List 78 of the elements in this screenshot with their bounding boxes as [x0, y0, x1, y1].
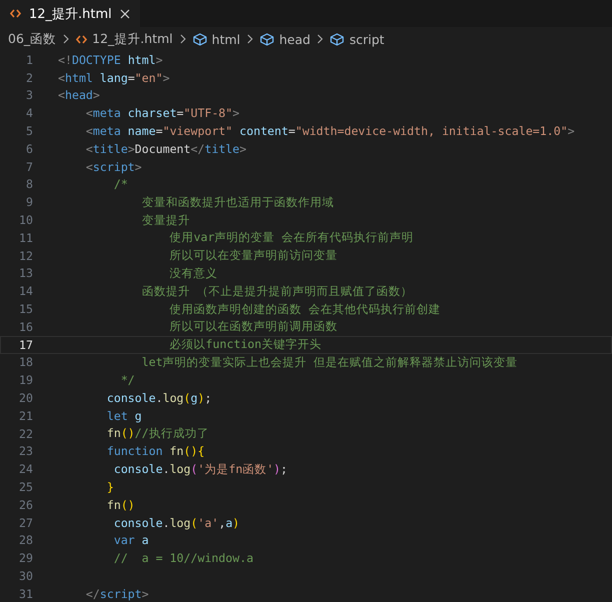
line-number: 14	[18, 284, 33, 298]
breadcrumb-item[interactable]: 12_提升.html	[92, 30, 173, 48]
line-number: 25	[18, 480, 33, 494]
code-line: let声明的变量实际上也会提升 但是在赋值之前解释器禁止访问该变量	[140, 354, 518, 370]
line-number: 19	[18, 373, 33, 388]
chevron-icon	[247, 34, 254, 44]
line-number: 2	[25, 70, 33, 85]
line-number: 10	[18, 213, 33, 228]
code-line: <!DOCTYPE html>	[58, 52, 163, 67]
code-line: <meta charset="UTF-8">	[84, 106, 240, 120]
code-line: <meta name="viewport" content="width=device-width, initial-scale=1.0">	[84, 124, 575, 138]
line-number: 6	[25, 142, 33, 156]
breadcrumb-item[interactable]: html	[212, 32, 240, 46]
line-number: 12	[18, 248, 33, 263]
line-number: 18	[18, 355, 33, 370]
chevron-icon	[317, 34, 324, 44]
code-line: 使用var声明的变量 会在所有代码执行前声明	[168, 230, 414, 246]
code-line: 必须以function关键字开头	[168, 337, 322, 352]
line-number: 24	[18, 462, 33, 476]
line-number: 26	[18, 498, 33, 512]
code-icon	[76, 34, 88, 44]
chevron-icon	[63, 34, 70, 44]
code-line: 没有意义	[168, 266, 218, 281]
close-icon[interactable]	[120, 8, 130, 18]
code-line: /*	[112, 177, 128, 192]
line-number: 5	[25, 124, 33, 138]
line-number: 1	[25, 52, 33, 67]
code-line: <html lang="en">	[58, 70, 170, 85]
breadcrumb-item[interactable]: head	[279, 32, 310, 46]
code-line: console.log('为是fn函数');	[112, 462, 288, 477]
line-number: 9	[25, 195, 33, 210]
line-number: 20	[18, 391, 33, 406]
line-number: 28	[18, 533, 33, 548]
code-line: <script>	[84, 160, 142, 174]
line-number: 29	[18, 551, 33, 566]
code-line: 使用函数声明创建的函数 会在其他代码执行前创建	[168, 302, 441, 317]
line-number: 31	[18, 586, 33, 601]
code-line: console.log('a',a)	[112, 516, 240, 530]
code-line: var a	[112, 533, 149, 548]
line-number: 8	[25, 177, 33, 192]
editor-tab[interactable]: 12_提升.html	[0, 0, 140, 27]
code-line: 所以可以在函数声明前调用函数	[168, 319, 338, 334]
code-line: <title>Document</title>	[84, 142, 246, 156]
line-number: 23	[18, 444, 33, 458]
code-line: let g	[106, 408, 142, 423]
breadcrumb-item[interactable]: script	[349, 32, 384, 46]
code-line: 变量提升	[140, 212, 190, 228]
code-icon	[10, 9, 21, 18]
line-number: 7	[25, 160, 33, 174]
line-number: 15	[18, 302, 33, 316]
line-number: 27	[18, 516, 33, 530]
cube-icon	[330, 32, 344, 46]
code-line: 所以可以在变量声明前访问变量	[168, 248, 338, 264]
line-number: 4	[25, 106, 33, 120]
code-line: <head>	[58, 88, 100, 102]
line-number: 11	[18, 230, 33, 245]
line-number: 17	[18, 338, 33, 352]
cube-icon	[192, 32, 207, 46]
code-line: fn()//执行成功了	[106, 426, 209, 442]
code-line: console.log(g);	[106, 391, 212, 406]
code-line: 函数提升 （不止是提升提前声明而且赋值了函数）	[140, 284, 413, 299]
code-line: // a = 10//window.a	[112, 551, 254, 566]
line-number: 13	[18, 266, 33, 280]
code-line: fn()	[106, 498, 135, 512]
cube-icon	[260, 32, 274, 46]
code-line: */	[120, 373, 135, 388]
code-line: }	[106, 480, 114, 494]
breadcrumb-item[interactable]: 06_函数	[8, 30, 56, 48]
line-number: 16	[18, 320, 33, 334]
line-number: 21	[18, 408, 33, 423]
chevron-icon	[180, 34, 186, 44]
line-number: 22	[18, 426, 33, 441]
code-line: 变量和函数提升也适用于函数作用域	[140, 194, 334, 210]
tab-label: 12_提升.html	[29, 6, 112, 22]
code-line: </script>	[84, 586, 149, 601]
line-number: 30	[18, 569, 33, 583]
code-line: function fn(){	[106, 444, 205, 458]
line-number: 3	[25, 88, 33, 102]
